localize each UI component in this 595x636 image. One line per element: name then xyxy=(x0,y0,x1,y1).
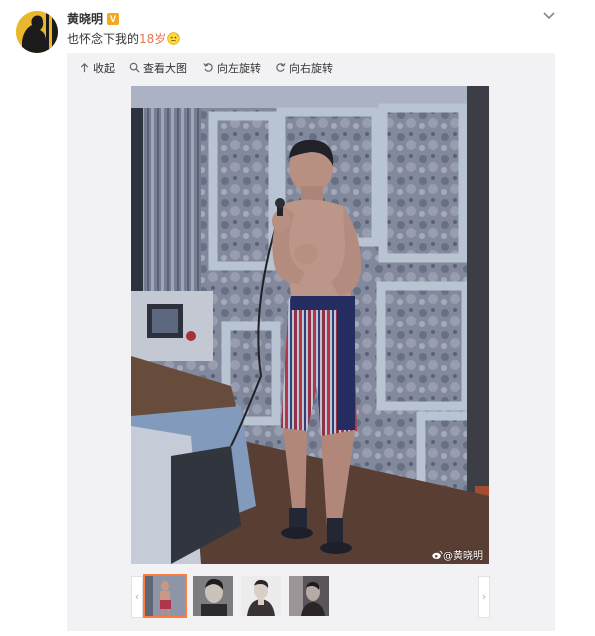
rotate-right-label: 向右旋转 xyxy=(289,62,333,75)
media-panel: 收起 查看大图 向左旋转 向右旋转 @黄晓明 ‹ › xyxy=(67,53,555,631)
view-large-button[interactable]: 查看大图 xyxy=(129,61,187,77)
main-photo[interactable] xyxy=(131,86,489,564)
rotate-left-label: 向左旋转 xyxy=(217,62,261,75)
thumbnail-image xyxy=(241,576,281,616)
weibo-logo-icon xyxy=(432,550,443,560)
rotate-right-button[interactable]: 向右旋转 xyxy=(275,61,333,77)
rotate-right-icon xyxy=(276,63,286,72)
thumbnail-2[interactable] xyxy=(193,576,233,616)
thumbnails-next-button[interactable]: › xyxy=(478,576,490,618)
user-avatar-icon xyxy=(16,11,58,53)
watermark-text: @黄晓明 xyxy=(443,551,483,562)
collapse-button[interactable]: 收起 xyxy=(79,61,115,77)
arrow-up-icon xyxy=(80,62,89,73)
chevron-right-icon: › xyxy=(481,590,487,603)
chevron-down-icon[interactable] xyxy=(541,8,557,24)
thumbnail-image xyxy=(289,576,329,616)
view-large-label: 查看大图 xyxy=(143,62,187,75)
image-toolbar: 收起 查看大图 向左旋转 向右旋转 xyxy=(67,53,555,83)
image-watermark: @黄晓明 xyxy=(432,550,483,563)
post-text-highlight: 18岁 xyxy=(139,32,167,46)
thumbnail-4[interactable] xyxy=(289,576,329,616)
rotate-left-button[interactable]: 向左旋转 xyxy=(203,61,261,77)
thumbnail-3[interactable] xyxy=(241,576,281,616)
thumbnails-prev-button[interactable]: ‹ xyxy=(131,576,143,618)
collapse-label: 收起 xyxy=(93,62,115,75)
username[interactable]: 黄晓明 xyxy=(67,11,103,27)
avatar[interactable] xyxy=(16,11,58,53)
post-text: 也怀念下我的18岁 xyxy=(67,31,181,47)
thumbnail-image xyxy=(193,576,233,616)
magnifier-icon xyxy=(129,62,140,73)
verified-badge: V xyxy=(107,13,119,25)
post-text-main: 也怀念下我的 xyxy=(67,32,140,46)
photo-image xyxy=(131,86,489,564)
rotate-left-icon xyxy=(203,63,213,72)
sweat-emoji-icon xyxy=(167,32,181,45)
thumbnail-1[interactable] xyxy=(143,574,187,618)
chevron-left-icon: ‹ xyxy=(134,590,140,603)
thumbnail-image xyxy=(145,576,185,616)
